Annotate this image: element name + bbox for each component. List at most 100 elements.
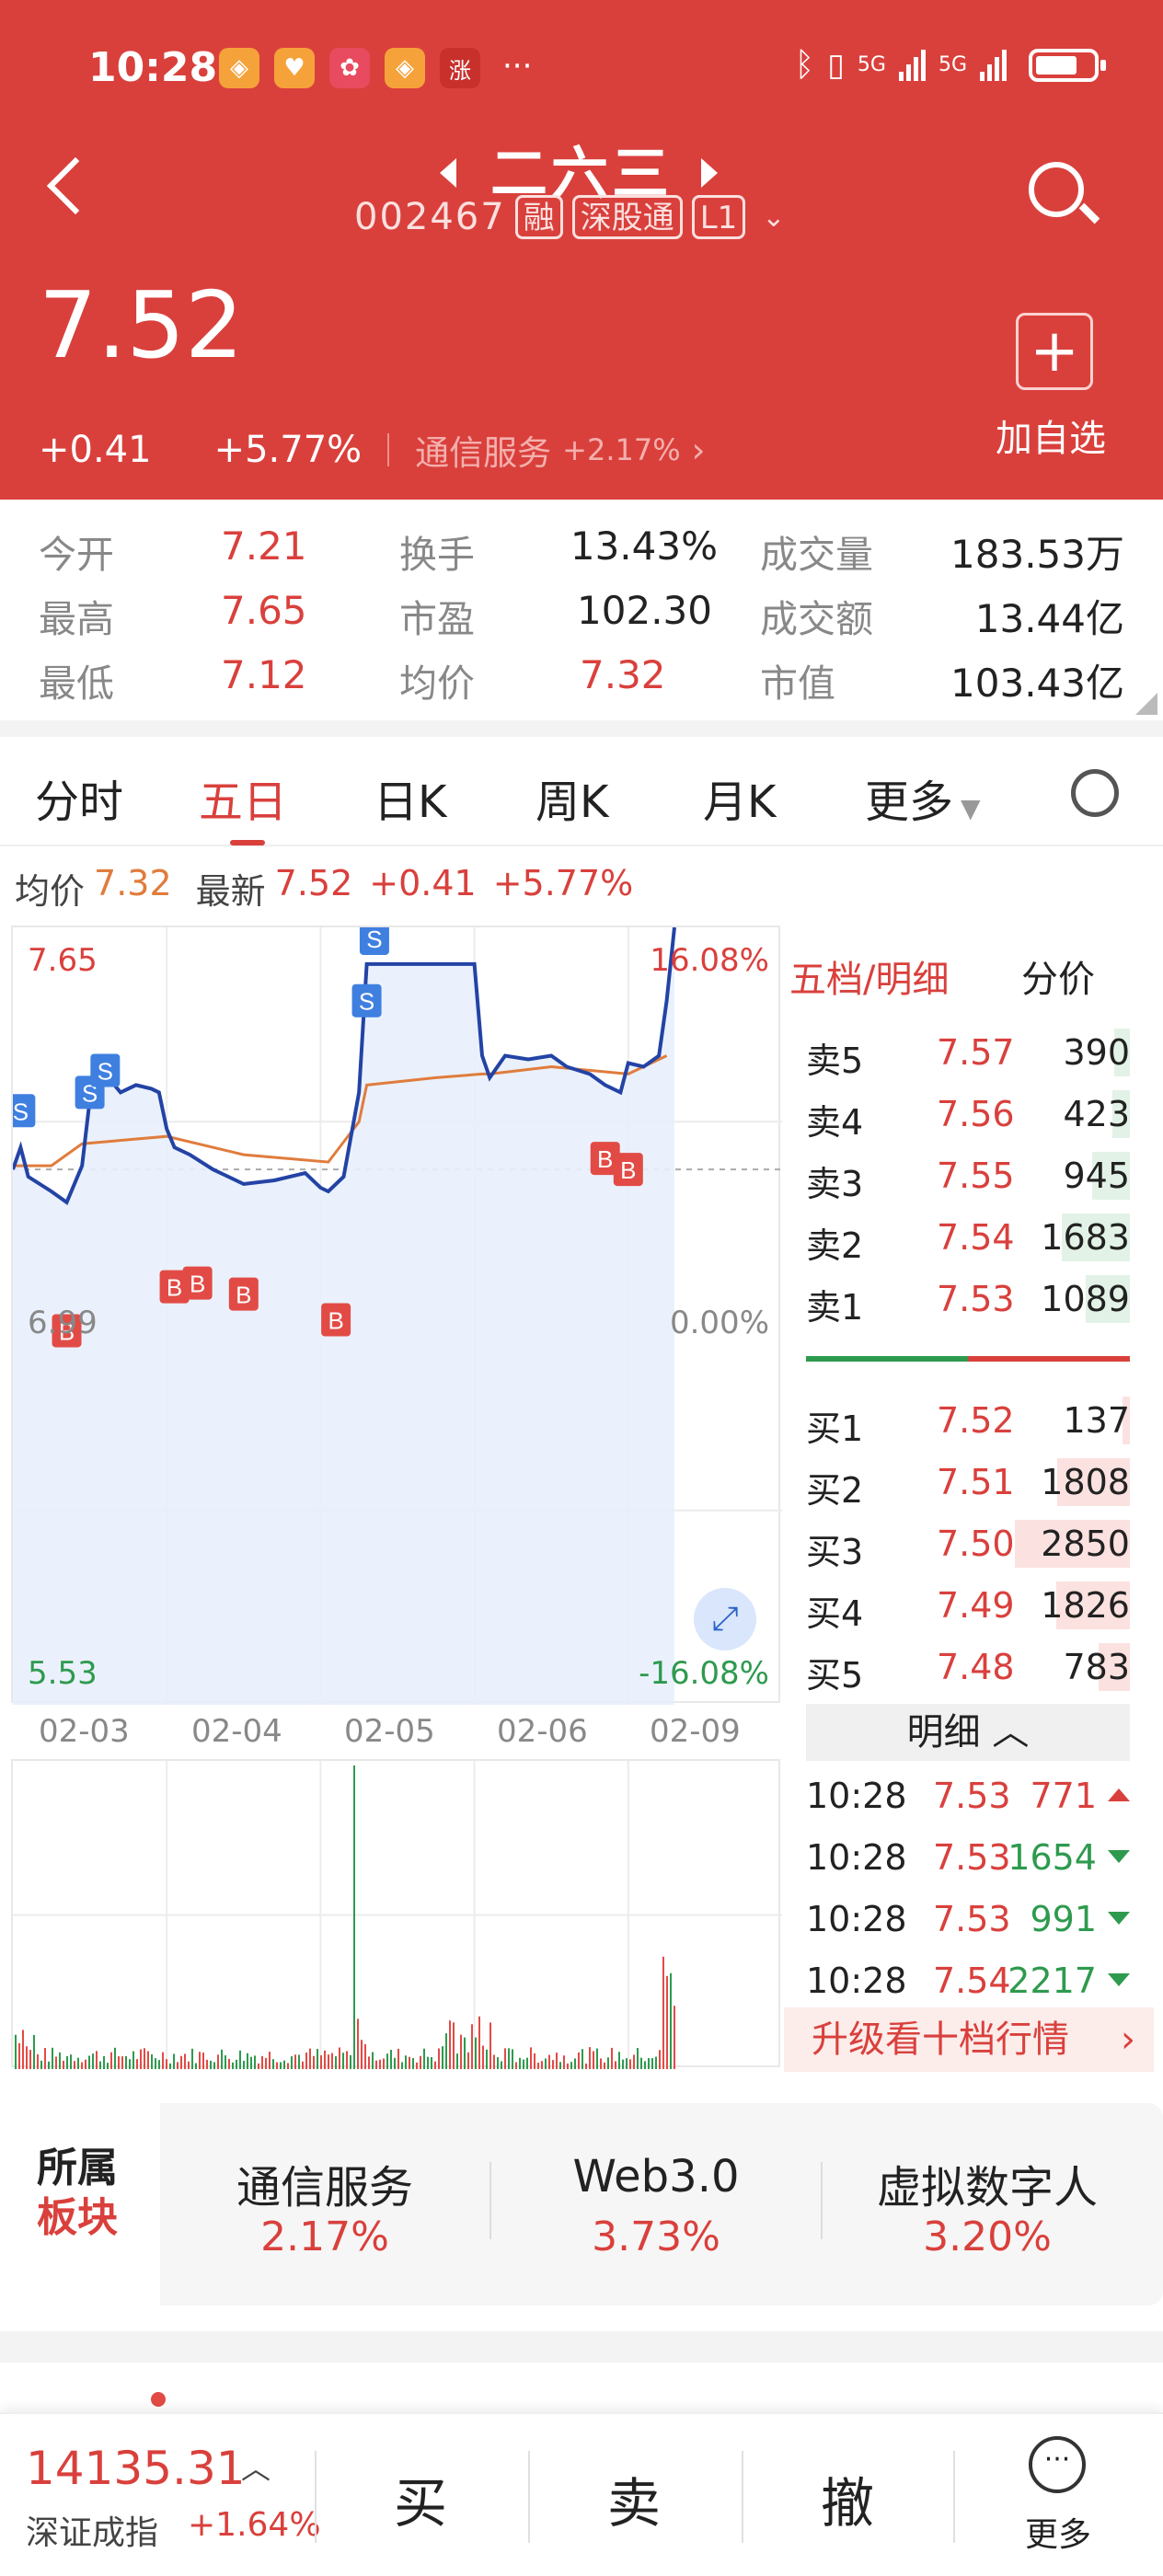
- app-icon: ◈: [219, 48, 259, 88]
- volume-bar: [552, 2060, 554, 2069]
- settings-icon[interactable]: [1071, 769, 1119, 817]
- volume-bar: [276, 2062, 278, 2069]
- volume-bar: [265, 2057, 267, 2069]
- level-volume: 137: [1063, 1400, 1130, 1441]
- chevron-up-icon[interactable]: ︿: [241, 2445, 271, 2488]
- volume-bar: [99, 2061, 101, 2069]
- cancel-order-button[interactable]: 撤: [821, 2460, 874, 2537]
- volume-bar: [140, 2049, 142, 2069]
- detail-toggle[interactable]: 明细 ︿: [806, 1704, 1130, 1761]
- sector-name[interactable]: 通信服务: [173, 2151, 477, 2215]
- volume-bar: [350, 2054, 351, 2069]
- volume-bar: [213, 2062, 215, 2069]
- stat-mktcap: 103.43亿: [950, 661, 1124, 706]
- sector-pct[interactable]: 2.17%: [173, 2214, 477, 2260]
- chevron-down-icon[interactable]: ⌄: [762, 201, 785, 234]
- volume-bar: [70, 2054, 72, 2069]
- volume-bar: [489, 2022, 491, 2069]
- expand-corner-icon[interactable]: [1135, 693, 1157, 715]
- volume-bar: [674, 2006, 675, 2069]
- volume-bar: [471, 2024, 473, 2069]
- volume-bar: [618, 2052, 620, 2069]
- bid-level-3[interactable]: 买3 7.50 2850: [806, 1516, 1130, 1572]
- volume-bar: [96, 2051, 98, 2069]
- tab-weekly-k[interactable]: 周K: [535, 765, 608, 830]
- tab-intraday[interactable]: 分时: [35, 765, 123, 830]
- volume-bar: [44, 2048, 46, 2069]
- pct-mid-label: 0.00%: [669, 1305, 769, 1341]
- volume-bar: [18, 2042, 20, 2069]
- volume-bar: [486, 2049, 488, 2069]
- five-day-chart[interactable]: SSSSSBBBBBBB 7.65 16.08% 6.99 0.00% 5.53…: [11, 926, 782, 1705]
- sector-link[interactable]: 通信服务 +2.17% ›: [415, 425, 705, 475]
- volume-bar: [261, 2055, 263, 2069]
- sector-name[interactable]: Web3.0: [504, 2151, 808, 2202]
- volume-bar: [357, 2018, 359, 2069]
- volume-bar: [368, 2056, 370, 2069]
- index-name[interactable]: 深证成指: [26, 2506, 158, 2554]
- volume-bar: [22, 2030, 24, 2069]
- search-icon[interactable]: [1029, 162, 1084, 217]
- next-stock-icon[interactable]: [701, 158, 718, 188]
- sell-marker: S: [90, 1053, 121, 1087]
- sector-pct[interactable]: 3.73%: [504, 2214, 808, 2260]
- volume-bar: [409, 2056, 410, 2069]
- volume-bar: [662, 1956, 664, 2069]
- y-bottom-label: 5.53: [28, 1655, 98, 1692]
- volume-bar: [666, 1975, 668, 2069]
- upgrade-link[interactable]: 升级看十档行情 ›: [784, 2007, 1154, 2072]
- bid-level-4[interactable]: 买4 7.49 1826: [806, 1578, 1130, 1634]
- date-label: 02-03: [39, 1713, 130, 1750]
- volume-bar: [574, 2058, 576, 2069]
- volume-bar: [600, 2058, 602, 2069]
- tab-monthly-k[interactable]: 月K: [703, 765, 776, 830]
- level-price: 7.53: [937, 1279, 1015, 1319]
- more-icon[interactable]: ···: [1029, 2436, 1086, 2493]
- volume-bar: [464, 2037, 466, 2069]
- volume-bar: [125, 2055, 127, 2069]
- bid-level-5[interactable]: 买5 7.48 783: [806, 1639, 1130, 1696]
- fullscreen-icon[interactable]: ⤢: [694, 1588, 756, 1650]
- ask-level-4[interactable]: 卖2 7.54 1683: [806, 1210, 1130, 1266]
- sector-name[interactable]: 虚拟数字人: [835, 2151, 1139, 2215]
- bid-level-2[interactable]: 买2 7.51 1808: [806, 1455, 1130, 1511]
- volume-bar: [305, 2053, 307, 2069]
- volume-bar: [541, 2061, 543, 2069]
- buy-button[interactable]: 买: [394, 2460, 447, 2537]
- buy-marker: B: [321, 1303, 351, 1337]
- add-favorite-label[interactable]: 加自选: [996, 408, 1106, 462]
- level-volume: 1683: [1041, 1217, 1130, 1258]
- volume-bar: [103, 2055, 105, 2069]
- stat-label: 成交额: [760, 597, 873, 641]
- tick-price: 7.53: [933, 1837, 1011, 1878]
- order-book-tab-active[interactable]: 五档/明细: [789, 949, 949, 1003]
- volume-bar: [239, 2050, 241, 2069]
- index-value[interactable]: 14135.31: [26, 2442, 246, 2495]
- ask-level-2[interactable]: 卖4 7.56 423: [806, 1087, 1130, 1143]
- ask-level-3[interactable]: 卖3 7.55 945: [806, 1148, 1130, 1204]
- ask-level-1[interactable]: 卖5 7.57 390: [806, 1025, 1130, 1081]
- tab-five-day[interactable]: 五日: [199, 765, 287, 830]
- volume-bar: [151, 2054, 153, 2069]
- volume-bar: [110, 2052, 112, 2069]
- tab-more[interactable]: 更多 ▼: [865, 765, 981, 830]
- volume-bar: [405, 2055, 407, 2069]
- volume-bar: [607, 2057, 609, 2069]
- volume-bar: [232, 2062, 234, 2069]
- svg-text:S: S: [13, 1098, 29, 1125]
- add-favorite-button[interactable]: +: [1016, 313, 1093, 390]
- ask-level-5[interactable]: 卖1 7.53 1089: [806, 1271, 1130, 1328]
- tab-daily-k[interactable]: 日K: [374, 765, 446, 830]
- sell-button[interactable]: 卖: [607, 2460, 661, 2537]
- volume-bar: [339, 2047, 340, 2069]
- volume-bar: [548, 2054, 550, 2069]
- stat-label: 最低: [39, 661, 114, 706]
- bid-level-1[interactable]: 买1 7.52 137: [806, 1393, 1130, 1449]
- sector-pct[interactable]: 3.20%: [835, 2214, 1139, 2260]
- more-label[interactable]: 更多: [1025, 2508, 1091, 2556]
- level-price: 7.51: [937, 1462, 1015, 1502]
- order-book-tab-price[interactable]: 分价: [1021, 949, 1095, 1003]
- volume-bar: [335, 2056, 337, 2069]
- volume-bar: [173, 2053, 175, 2069]
- separator: [387, 433, 390, 466]
